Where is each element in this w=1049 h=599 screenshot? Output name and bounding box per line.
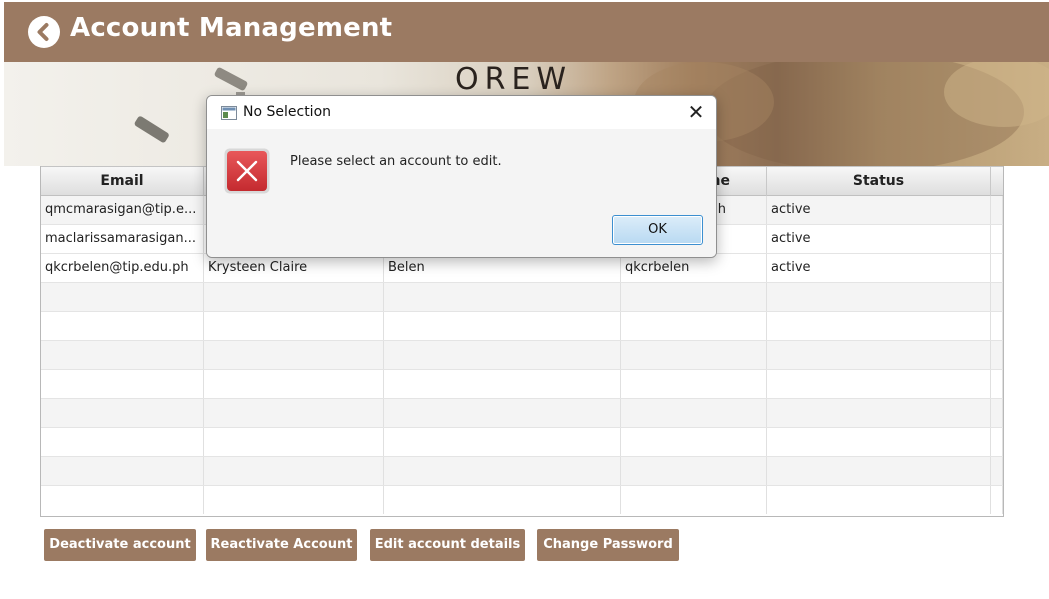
empty-row: [41, 283, 1003, 312]
empty-cell: [204, 486, 384, 514]
empty-row: [41, 457, 1003, 486]
empty-cell: [204, 341, 384, 369]
back-button[interactable]: [28, 16, 60, 48]
reactivate-account-button[interactable]: Reactivate Account: [206, 529, 357, 561]
change-password-button[interactable]: Change Password: [537, 529, 679, 561]
empty-cell: [41, 486, 204, 514]
empty-cell: [767, 370, 991, 398]
empty-cell: [767, 399, 991, 427]
empty-cell: [41, 399, 204, 427]
empty-cell: [767, 283, 991, 311]
cell-filler: [991, 225, 1003, 253]
cell-filler: [991, 196, 1003, 224]
empty-cell: [991, 428, 1003, 456]
empty-cell: [767, 312, 991, 340]
dialog-title: No Selection: [243, 104, 332, 120]
cell-last-name: Belen: [384, 254, 621, 282]
empty-cell: [204, 428, 384, 456]
dialog-close-button[interactable]: ✕: [684, 100, 708, 124]
empty-cell: [621, 370, 767, 398]
empty-cell: [621, 428, 767, 456]
empty-cell: [384, 341, 621, 369]
empty-cell: [204, 283, 384, 311]
cell-username: qkcrbelen: [621, 254, 767, 282]
empty-cell: [991, 312, 1003, 340]
cell-email: qkcrbelen@tip.edu.ph: [41, 254, 204, 282]
empty-cell: [204, 312, 384, 340]
cell-status: active: [767, 254, 991, 282]
java-window-icon: [221, 106, 237, 120]
empty-cell: [621, 312, 767, 340]
empty-cell: [621, 399, 767, 427]
ok-button[interactable]: OK: [612, 215, 703, 245]
deactivate-account-button[interactable]: Deactivate account: [44, 529, 196, 561]
empty-cell: [384, 428, 621, 456]
empty-row: [41, 399, 1003, 428]
empty-cell: [621, 457, 767, 485]
header-bar: Account Management: [4, 2, 1049, 62]
cell-status: active: [767, 196, 991, 224]
empty-cell: [767, 457, 991, 485]
empty-cell: [204, 457, 384, 485]
table-row[interactable]: qkcrbelen@tip.edu.ph Krysteen Claire Bel…: [41, 254, 1003, 283]
empty-row: [41, 370, 1003, 399]
banner-logo: OREW: [455, 62, 573, 97]
empty-cell: [41, 341, 204, 369]
empty-cell: [991, 341, 1003, 369]
empty-cell: [41, 457, 204, 485]
back-arrow-icon: [37, 23, 49, 41]
cell-email: qmcmarasigan@tip.e...: [41, 196, 204, 224]
cell-first-name: Krysteen Claire: [204, 254, 384, 282]
empty-cell: [384, 283, 621, 311]
empty-row: [41, 428, 1003, 457]
empty-cell: [621, 283, 767, 311]
cell-status: active: [767, 225, 991, 253]
empty-cell: [384, 399, 621, 427]
empty-cell: [204, 370, 384, 398]
empty-cell: [767, 486, 991, 514]
empty-cell: [991, 486, 1003, 514]
empty-cell: [41, 370, 204, 398]
column-header-filler: [991, 167, 1003, 196]
empty-cell: [767, 428, 991, 456]
edit-account-details-button[interactable]: Edit account details: [370, 529, 525, 561]
page-title: Account Management: [70, 13, 393, 43]
column-header-email[interactable]: Email: [41, 167, 204, 196]
empty-cell: [41, 312, 204, 340]
error-icon: [224, 148, 270, 194]
empty-cell: [621, 486, 767, 514]
empty-row: [41, 341, 1003, 370]
column-header-status[interactable]: Status: [767, 167, 991, 196]
empty-row: [41, 486, 1003, 516]
empty-cell: [767, 341, 991, 369]
app-window: Account Management OREW Email ne Status …: [0, 0, 1049, 599]
empty-cell: [384, 457, 621, 485]
dialog-body: Please select an account to edit. OK: [207, 129, 716, 257]
no-selection-dialog[interactable]: No Selection ✕ Please select an account …: [206, 95, 717, 258]
empty-row: [41, 312, 1003, 341]
empty-cell: [384, 486, 621, 514]
empty-cell: [621, 341, 767, 369]
cell-email: maclarissamarasigan...: [41, 225, 204, 253]
dialog-titlebar[interactable]: No Selection ✕: [207, 96, 716, 129]
empty-cell: [384, 312, 621, 340]
empty-cell: [991, 283, 1003, 311]
empty-cell: [991, 399, 1003, 427]
dialog-message: Please select an account to edit.: [290, 154, 502, 169]
empty-cell: [384, 370, 621, 398]
empty-cell: [41, 428, 204, 456]
empty-cell: [991, 457, 1003, 485]
cell-filler: [991, 254, 1003, 282]
empty-cell: [41, 283, 204, 311]
empty-cell: [991, 370, 1003, 398]
empty-cell: [204, 399, 384, 427]
